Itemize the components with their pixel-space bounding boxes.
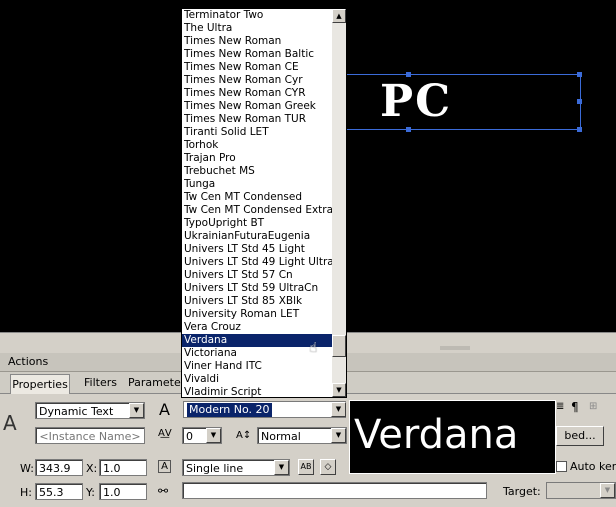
text-type-value: Dynamic Text — [39, 405, 114, 418]
render-html-button[interactable]: ◇ — [320, 459, 336, 475]
tab-filters[interactable]: Filters — [80, 374, 121, 392]
width-input[interactable]: 343.9 — [35, 459, 83, 476]
selectable-text-button[interactable]: AB — [298, 459, 314, 475]
font-list-item[interactable]: Times New Roman — [182, 35, 332, 48]
height-label: H: — [20, 486, 32, 499]
font-list-item[interactable]: Times New Roman CYR — [182, 87, 332, 100]
line-type-icon: A — [158, 460, 171, 473]
font-list-item[interactable]: Vera Crouz — [182, 321, 332, 334]
font-list-item[interactable]: University Roman LET — [182, 308, 332, 321]
font-dropdown-list[interactable]: Terminator Two The Ultra Times New Roman Ti… — [181, 8, 347, 398]
target-label: Target: — [503, 485, 541, 498]
y-label: Y: — [86, 486, 95, 499]
font-list-item[interactable]: Times New Roman CE — [182, 61, 332, 74]
font-list-item[interactable]: Trebuchet MS — [182, 165, 332, 178]
y-value: 1.0 — [103, 486, 121, 499]
font-list-item[interactable]: Times New Roman Baltic — [182, 48, 332, 61]
letter-spacing-value: 0 — [186, 430, 193, 443]
font-list-item[interactable]: Univers LT Std 45 Light — [182, 243, 332, 256]
embed-button[interactable]: bed... — [556, 426, 604, 446]
width-value: 343.9 — [39, 462, 71, 475]
font-list-item[interactable]: Times New Roman Cyr — [182, 74, 332, 87]
font-list-item[interactable]: Tw Cen MT Condensed — [182, 191, 332, 204]
font-list-item[interactable]: Vivaldi — [182, 373, 332, 386]
text-tool-icon: A — [3, 411, 17, 435]
scroll-down-button[interactable]: ▼ — [332, 383, 346, 397]
font-list-item[interactable]: Univers LT Std 49 Light UltraCn — [182, 256, 332, 269]
auto-kern-label: Auto kern — [570, 460, 616, 473]
text-type-dropdown-arrow[interactable]: ▼ — [129, 403, 144, 418]
link-icon: ⚯ — [158, 484, 169, 498]
instance-name-placeholder: <Instance Name> — [39, 430, 141, 443]
align-justify-icon[interactable]: ≣ — [556, 401, 564, 412]
font-list-item[interactable]: UkrainianFuturaEugenia — [182, 230, 332, 243]
font-list-item[interactable]: TypoUpright BT — [182, 217, 332, 230]
letter-spacing-icon: A͟V — [158, 428, 172, 439]
font-list-scrollbar[interactable]: ▲ ▼ — [332, 9, 346, 397]
char-position-dropdown-arrow[interactable]: ▼ — [331, 428, 346, 443]
font-list-item[interactable]: Times New Roman TUR — [182, 113, 332, 126]
width-label: W: — [20, 462, 34, 475]
actions-label: Actions — [8, 355, 49, 368]
font-family-dropdown-arrow[interactable]: ▼ — [331, 402, 346, 417]
font-family-value[interactable]: Modern No. 20 — [187, 403, 272, 417]
stage-text[interactable]: PC — [380, 78, 452, 126]
x-value: 1.0 — [103, 462, 121, 475]
height-value: 55.3 — [39, 486, 64, 499]
font-list-item[interactable]: Tunga — [182, 178, 332, 191]
scroll-up-button[interactable]: ▲ — [332, 9, 346, 23]
char-position-value: Normal — [261, 430, 301, 443]
format-options-icon[interactable]: ⊞ — [589, 401, 597, 412]
font-list-item[interactable]: Times New Roman Greek — [182, 100, 332, 113]
instance-name-input[interactable]: <Instance Name> — [35, 427, 145, 444]
font-list-item[interactable]: The Ultra — [182, 22, 332, 35]
font-list-item[interactable]: Tiranti Solid LET — [182, 126, 332, 139]
scroll-thumb[interactable] — [332, 335, 346, 357]
char-position-icon: A↕ — [236, 430, 252, 441]
font-list-item[interactable]: Vladimir Script — [182, 386, 332, 397]
font-list-item[interactable]: Terminator Two — [182, 9, 332, 22]
font-list-item[interactable]: Univers LT Std 57 Cn — [182, 269, 332, 282]
line-type-dropdown-arrow[interactable]: ▼ — [274, 460, 289, 475]
font-list-items: Terminator Two The Ultra Times New Roman Ti… — [182, 9, 332, 397]
target-dropdown-arrow[interactable]: ▼ — [600, 483, 615, 498]
font-preview: Verdana — [349, 400, 556, 474]
font-family-combo[interactable]: Modern No. 20 — [183, 401, 346, 418]
x-label: X: — [86, 462, 98, 475]
font-icon: A — [159, 400, 170, 419]
font-list-item[interactable]: Tw Cen MT Condensed Extra B — [182, 204, 332, 217]
auto-kern-checkbox[interactable] — [556, 461, 567, 472]
font-preview-text: Verdana — [354, 412, 519, 458]
paragraph-icon[interactable]: ¶ — [571, 400, 579, 414]
height-input[interactable]: 55.3 — [35, 483, 83, 500]
font-list-item[interactable]: Torhok — [182, 139, 332, 152]
line-type-value: Single line — [186, 462, 244, 475]
url-link-input[interactable] — [182, 482, 487, 499]
mouse-cursor-icon: ☝ — [309, 340, 318, 356]
y-input[interactable]: 1.0 — [99, 483, 147, 500]
font-list-item[interactable]: Univers LT Std 59 UltraCn — [182, 282, 332, 295]
tab-properties[interactable]: Properties — [10, 374, 70, 394]
font-list-item[interactable]: Viner Hand ITC — [182, 360, 332, 373]
font-list-item[interactable]: Trajan Pro — [182, 152, 332, 165]
x-input[interactable]: 1.0 — [99, 459, 147, 476]
letter-spacing-dropdown-arrow[interactable]: ▼ — [206, 428, 221, 443]
font-list-item[interactable]: Univers LT Std 85 XBlk — [182, 295, 332, 308]
